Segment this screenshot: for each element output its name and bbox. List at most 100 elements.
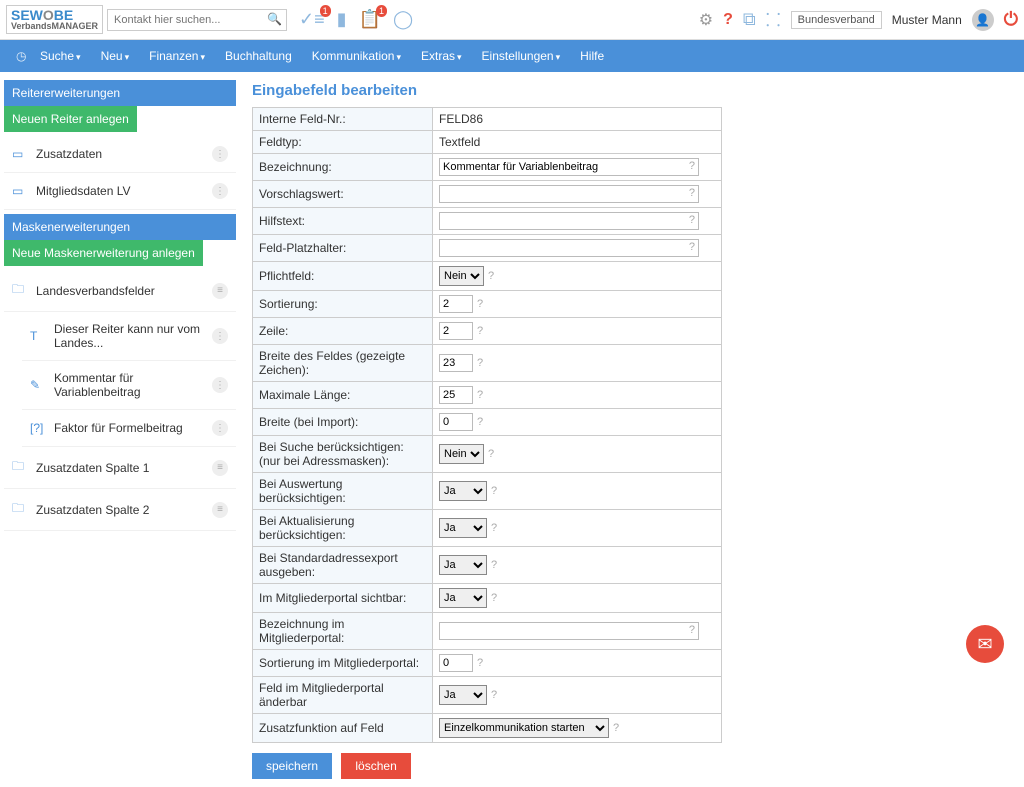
lbl-aenderbar-portal: Feld im Mitgliederportal änderbar	[253, 677, 433, 714]
row-action-icon[interactable]: ⋮	[212, 328, 228, 344]
help-icon[interactable]: ?	[689, 160, 695, 172]
row-action-icon[interactable]: ⋮	[212, 377, 228, 393]
input-sortierung[interactable]	[439, 295, 473, 313]
user-name: Muster Mann	[892, 13, 962, 27]
row-action-icon[interactable]: ⋮	[212, 146, 228, 162]
sidebar-sub-kommentar[interactable]: ✎ Kommentar für Variablenbeitrag ⋮	[22, 361, 236, 410]
help-icon[interactable]: ?	[488, 270, 494, 282]
nav-einstellungen[interactable]: Einstellungen▾	[482, 49, 561, 63]
row-action-icon[interactable]: ≡	[212, 283, 228, 299]
delete-button[interactable]: löschen	[341, 753, 410, 779]
contact-fab[interactable]: ✉	[966, 625, 1004, 663]
input-breite[interactable]	[439, 354, 473, 372]
help-icon[interactable]: ?	[477, 325, 483, 337]
select-aenderbar-portal[interactable]: Ja	[439, 685, 487, 705]
input-breite-import[interactable]	[439, 413, 473, 431]
nav-kommunikation[interactable]: Kommunikation▾	[312, 49, 401, 63]
sidebar: Reitererweiterungen Neuen Reiter anlegen…	[0, 72, 240, 535]
lbl-bezeichnung: Bezeichnung:	[253, 154, 433, 181]
row-action-icon[interactable]: ⋮	[212, 420, 228, 436]
help-icon[interactable]: ?	[491, 592, 497, 604]
new-reiter-button[interactable]: Neuen Reiter anlegen	[4, 106, 137, 132]
help-icon[interactable]: ?	[477, 389, 483, 401]
lbl-feldtyp: Feldtyp:	[253, 131, 433, 154]
lbl-breite-import: Breite (bei Import):	[253, 409, 433, 436]
help-icon[interactable]: ?	[488, 448, 494, 460]
row-action-icon[interactable]: ≡	[212, 502, 228, 518]
input-maxlen[interactable]	[439, 386, 473, 404]
input-vorschlag[interactable]	[439, 185, 699, 203]
search-icon[interactable]: 🔍	[267, 12, 282, 26]
lbl-sortierung: Sortierung:	[253, 291, 433, 318]
avatar[interactable]: 👤	[972, 9, 994, 31]
new-maske-button[interactable]: Neue Maskenerweiterung anlegen	[4, 240, 203, 266]
input-platzhalter[interactable]	[439, 239, 699, 257]
help-icon[interactable]: ?	[689, 624, 695, 636]
select-auswertung[interactable]: Ja	[439, 481, 487, 501]
gear-icon[interactable]: ⚙	[699, 10, 713, 30]
org-icon[interactable]: ⸬	[766, 8, 781, 32]
nav-hilfe[interactable]: Hilfe	[580, 49, 604, 63]
help-icon[interactable]: ?	[689, 187, 695, 199]
sidebar-sub-faktor[interactable]: [?] Faktor für Formelbeitrag ⋮	[22, 410, 236, 447]
lbl-maxlen: Maximale Länge:	[253, 382, 433, 409]
help-icon[interactable]: ?	[491, 522, 497, 534]
select-portal-sichtbar[interactable]: Ja	[439, 588, 487, 608]
tab-icon: ▭	[12, 184, 28, 198]
lifebuoy-icon[interactable]: ◯	[393, 9, 413, 30]
help-icon[interactable]: ?	[689, 214, 695, 226]
help-icon[interactable]: ?	[491, 559, 497, 571]
sidebar-item-landesverbandsfelder[interactable]: 🗀 Landesverbandsfelder ≡	[4, 270, 236, 312]
help-icon[interactable]: ?	[689, 241, 695, 253]
help-icon[interactable]: ?	[491, 689, 497, 701]
help-icon[interactable]: ?	[723, 11, 733, 29]
help-icon[interactable]: ?	[491, 485, 497, 497]
logout-icon[interactable]: ⏻	[1004, 9, 1018, 30]
sidebar-item-zusatz-spalte-1[interactable]: 🗀 Zusatzdaten Spalte 1 ≡	[4, 447, 236, 489]
lbl-portal-sichtbar: Im Mitgliederportal sichtbar:	[253, 584, 433, 613]
sidebar-item-zusatz-spalte-2[interactable]: 🗀 Zusatzdaten Spalte 2 ≡	[4, 489, 236, 531]
input-zeile[interactable]	[439, 322, 473, 340]
save-button[interactable]: speichern	[252, 753, 332, 779]
clipboard-icon[interactable]: 📋1	[359, 9, 381, 30]
help-icon[interactable]: ?	[613, 722, 619, 734]
lbl-aktualisierung: Bei Aktualisierung berücksichtigen:	[253, 510, 433, 547]
row-action-icon[interactable]: ≡	[212, 460, 228, 476]
nav-finanzen[interactable]: Finanzen▾	[149, 49, 205, 63]
help-icon[interactable]: ?	[477, 416, 483, 428]
select-suche[interactable]: Nein	[439, 444, 484, 464]
nav-neu[interactable]: Neu▾	[101, 49, 130, 63]
nav-suche[interactable]: Suche▾	[40, 49, 81, 63]
lbl-zeile: Zeile:	[253, 318, 433, 345]
logo[interactable]: SEWOBE VerbandsMANAGER	[6, 5, 103, 34]
input-bez-portal[interactable]	[439, 622, 699, 640]
dashboard-icon[interactable]: ◷	[16, 49, 26, 63]
search-input[interactable]	[107, 9, 287, 31]
input-sort-portal[interactable]	[439, 654, 473, 672]
sidebar-sub-reiter-hinweis[interactable]: T Dieser Reiter kann nur vom Landes... ⋮	[22, 312, 236, 361]
note-icon[interactable]: ▮	[337, 9, 347, 30]
row-action-icon[interactable]: ⋮	[212, 183, 228, 199]
sidebar-item-mitgliedsdaten-lv[interactable]: ▭ Mitgliedsdaten LV ⋮	[4, 173, 236, 210]
val-feldnr: FELD86	[433, 108, 722, 131]
select-pflicht[interactable]: Nein	[439, 266, 484, 286]
tasks-icon[interactable]: ✓≡1	[299, 9, 325, 30]
input-hilfstext[interactable]	[439, 212, 699, 230]
help-icon[interactable]: ?	[477, 357, 483, 369]
sidebar-section-masken: Maskenerweiterungen	[4, 214, 236, 240]
input-bezeichnung[interactable]	[439, 158, 699, 176]
help-icon[interactable]: ?	[477, 298, 483, 310]
select-stdexport[interactable]: Ja	[439, 555, 487, 575]
context-chip[interactable]: Bundesverband	[791, 11, 882, 29]
folder-icon: 🗀	[12, 457, 28, 478]
select-zusatzfunktion[interactable]: Einzelkommunikation starten	[439, 718, 609, 738]
sidebar-item-label: Dieser Reiter kann nur vom Landes...	[54, 322, 204, 350]
sidebar-item-zusatzdaten[interactable]: ▭ Zusatzdaten ⋮	[4, 136, 236, 173]
select-aktualisierung[interactable]: Ja	[439, 518, 487, 538]
text-icon: T	[30, 329, 46, 343]
devices-icon[interactable]: ⧉	[743, 9, 756, 30]
sidebar-item-label: Zusatzdaten Spalte 2	[36, 503, 204, 517]
help-icon[interactable]: ?	[477, 657, 483, 669]
nav-buchhaltung[interactable]: Buchhaltung	[225, 49, 292, 63]
nav-extras[interactable]: Extras▾	[421, 49, 462, 63]
